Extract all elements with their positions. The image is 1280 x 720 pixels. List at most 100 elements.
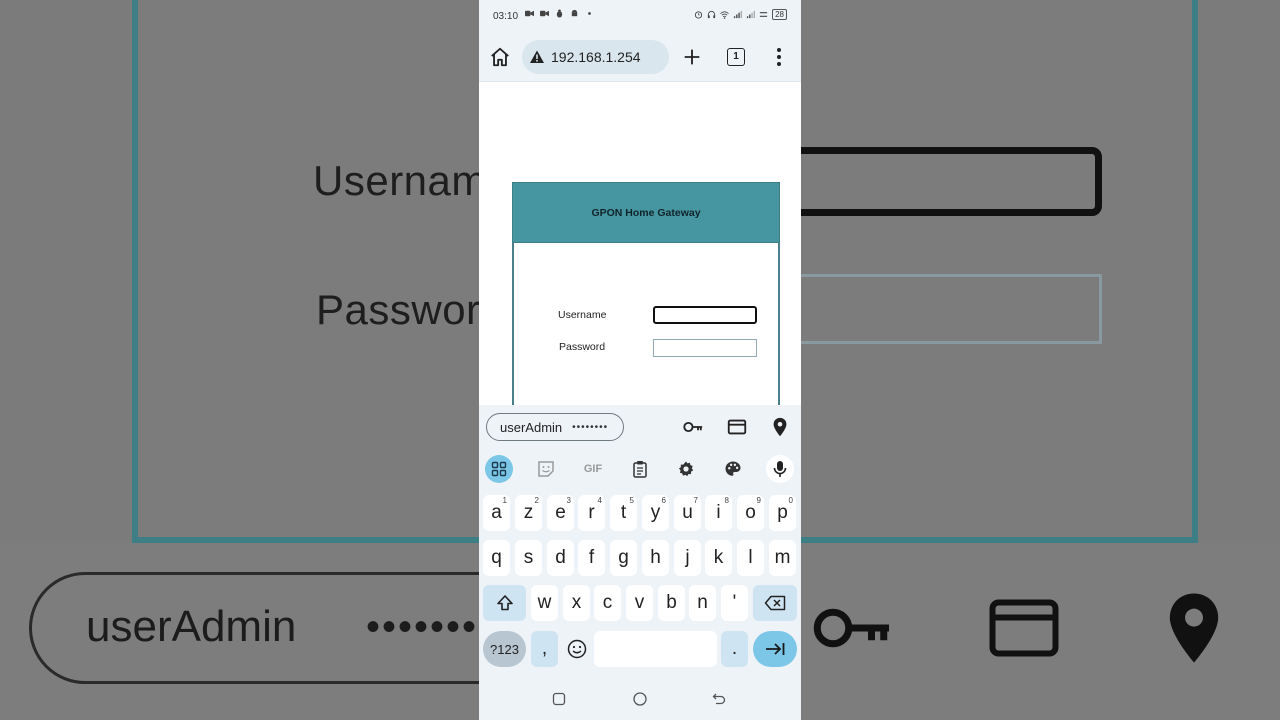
gif-button[interactable]: GIF bbox=[579, 455, 607, 483]
settings-button[interactable] bbox=[672, 455, 700, 483]
key-z[interactable]: z2 bbox=[515, 495, 542, 531]
emoji-key[interactable] bbox=[563, 631, 590, 667]
key-c[interactable]: c bbox=[594, 585, 621, 621]
background-location-icon bbox=[1169, 593, 1219, 663]
keyboard: GIF a 1 z 2 e 3 r 4 t 5 y 6 u 7 i 8 o 9 … bbox=[479, 447, 801, 677]
shift-key[interactable] bbox=[483, 585, 526, 621]
home-icon[interactable] bbox=[489, 46, 511, 68]
camera-icon bbox=[540, 10, 549, 17]
backspace-icon bbox=[764, 595, 786, 611]
password-input[interactable] bbox=[653, 339, 757, 357]
network-speed-icon bbox=[759, 12, 768, 17]
apps-grid-icon bbox=[491, 461, 507, 477]
microphone-icon bbox=[773, 461, 787, 477]
key-q[interactable]: q bbox=[483, 540, 510, 576]
emoji-icon bbox=[567, 639, 586, 659]
background-username-input bbox=[790, 147, 1102, 216]
key-y[interactable]: y6 bbox=[642, 495, 669, 531]
next-field-key[interactable] bbox=[753, 631, 797, 667]
background-password-label: Passwor bbox=[316, 286, 481, 333]
key-u[interactable]: u7 bbox=[674, 495, 701, 531]
key-m[interactable]: m bbox=[769, 540, 796, 576]
theme-button[interactable] bbox=[719, 455, 747, 483]
alarm-icon bbox=[694, 11, 703, 19]
key-i[interactable]: i8 bbox=[705, 495, 732, 531]
key-icon[interactable] bbox=[682, 416, 704, 438]
key-s[interactable]: s bbox=[515, 540, 542, 576]
recent-apps-icon[interactable] bbox=[551, 691, 567, 707]
clipboard-button[interactable] bbox=[626, 455, 654, 483]
gif-label: GIF bbox=[583, 463, 603, 475]
key-h[interactable]: h bbox=[642, 540, 669, 576]
gateway-header: GPON Home Gateway bbox=[512, 182, 780, 243]
background-pill-user: userAdmin bbox=[86, 602, 297, 651]
wifi-icon bbox=[720, 11, 729, 19]
notification-dot-icon bbox=[588, 12, 591, 15]
status-time: 03:10 bbox=[493, 11, 519, 22]
key-e[interactable]: e3 bbox=[547, 495, 574, 531]
location-icon[interactable] bbox=[769, 416, 791, 438]
headphones-icon bbox=[707, 10, 716, 19]
backspace-key[interactable] bbox=[753, 585, 797, 621]
username-input[interactable] bbox=[653, 306, 757, 324]
period-key[interactable]: . bbox=[721, 631, 748, 667]
android-icon bbox=[571, 9, 578, 17]
keyboard-toolbar: GIF bbox=[479, 447, 801, 491]
autofill-username: userAdmin bbox=[500, 419, 563, 435]
background-password-input bbox=[790, 274, 1102, 344]
comma-key[interactable]: , bbox=[531, 631, 558, 667]
phone-screen: 03:10 28 192.168.1.254 1 GPON Home Gatew… bbox=[479, 0, 801, 720]
key-x[interactable]: x bbox=[563, 585, 590, 621]
tab-arrow-icon bbox=[766, 643, 785, 655]
key-j[interactable]: j bbox=[674, 540, 701, 576]
more-options-icon[interactable] bbox=[773, 46, 785, 68]
url-bar[interactable]: 192.168.1.254 bbox=[522, 40, 669, 74]
background-card-icon bbox=[989, 599, 1059, 657]
key-d[interactable]: d bbox=[547, 540, 574, 576]
credit-card-icon[interactable] bbox=[726, 416, 748, 438]
key-t[interactable]: t5 bbox=[610, 495, 637, 531]
warning-icon[interactable] bbox=[529, 49, 545, 65]
key-g[interactable]: g bbox=[610, 540, 637, 576]
back-icon[interactable] bbox=[711, 691, 727, 707]
battery-indicator: 28 bbox=[772, 9, 787, 20]
key-o[interactable]: o9 bbox=[737, 495, 764, 531]
autofill-password-mask: •••••••• bbox=[572, 421, 609, 433]
web-content: GPON Home Gateway Username Password bbox=[479, 83, 801, 422]
key-p[interactable]: p0 bbox=[769, 495, 796, 531]
symbols-key[interactable]: ?123 bbox=[483, 631, 526, 667]
autofill-bar: userAdmin •••••••• bbox=[479, 405, 801, 447]
key-a[interactable]: a1 bbox=[483, 495, 510, 531]
bug-icon bbox=[556, 9, 563, 18]
key-apostrophe[interactable]: ' bbox=[721, 585, 748, 621]
status-bar: 03:10 28 bbox=[479, 0, 801, 32]
gear-icon bbox=[678, 461, 694, 477]
signal-icon bbox=[733, 10, 743, 19]
voice-input-button[interactable] bbox=[766, 455, 794, 483]
new-tab-icon[interactable] bbox=[681, 46, 703, 68]
key-w[interactable]: w bbox=[531, 585, 558, 621]
key-l[interactable]: l bbox=[737, 540, 764, 576]
tab-switcher-button[interactable]: 1 bbox=[727, 48, 745, 66]
sticker-button[interactable] bbox=[532, 455, 560, 483]
navigation-bar bbox=[479, 677, 801, 720]
key-v[interactable]: v bbox=[626, 585, 653, 621]
background-key-icon bbox=[813, 608, 889, 648]
key-f[interactable]: f bbox=[578, 540, 605, 576]
key-n[interactable]: n bbox=[689, 585, 716, 621]
sticker-icon bbox=[538, 461, 554, 477]
home-nav-icon[interactable] bbox=[632, 691, 648, 707]
url-text[interactable]: 192.168.1.254 bbox=[551, 49, 641, 65]
video-call-icon bbox=[525, 10, 534, 17]
password-label: Password bbox=[559, 341, 606, 353]
key-r[interactable]: r4 bbox=[578, 495, 605, 531]
browser-toolbar: 192.168.1.254 1 bbox=[479, 32, 801, 82]
shift-icon bbox=[496, 595, 513, 611]
autofill-suggestion[interactable]: userAdmin •••••••• bbox=[486, 413, 624, 441]
key-b[interactable]: b bbox=[658, 585, 685, 621]
apps-grid-button[interactable] bbox=[485, 455, 513, 483]
key-k[interactable]: k bbox=[705, 540, 732, 576]
username-label: Username bbox=[558, 309, 607, 321]
space-key[interactable] bbox=[594, 631, 717, 667]
signal-2-icon bbox=[746, 10, 756, 19]
